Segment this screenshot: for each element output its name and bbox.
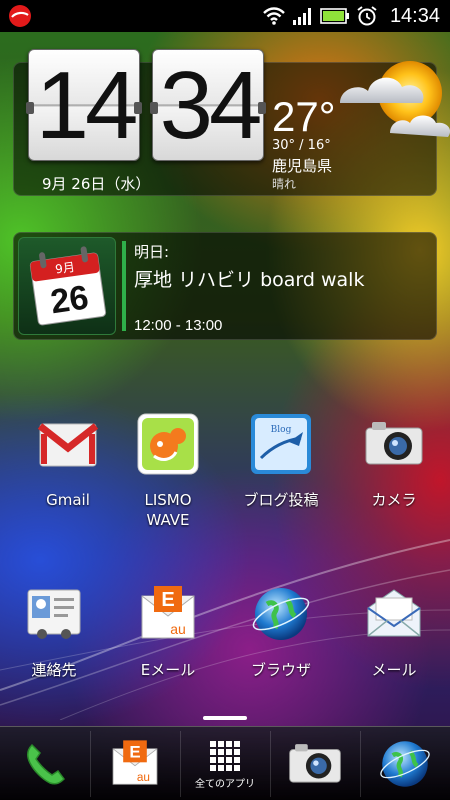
all-apps-icon bbox=[210, 740, 240, 771]
security-app-icon bbox=[9, 5, 31, 27]
weather-condition: 晴れ bbox=[272, 177, 297, 191]
app-label: Eメール bbox=[140, 661, 196, 679]
app-label: LISMO WAVE bbox=[144, 491, 192, 529]
weather-city: 鹿児島県 bbox=[272, 157, 333, 175]
minutes-flip-card: 34 bbox=[150, 49, 266, 161]
svg-text:au: au bbox=[170, 621, 186, 637]
contacts-icon bbox=[27, 589, 81, 639]
clock-date: 9月 26日（水） bbox=[42, 175, 151, 193]
event-color-bar bbox=[122, 241, 126, 331]
app-contacts[interactable]: 連絡先 bbox=[0, 582, 108, 680]
svg-text:E: E bbox=[161, 589, 174, 611]
calendar-icon-day: 26 bbox=[48, 278, 91, 321]
browser-icon bbox=[380, 741, 430, 787]
dock-phone[interactable] bbox=[0, 727, 90, 800]
high-low-temperature: 30° / 16° bbox=[272, 138, 331, 153]
app-lismo-wave[interactable]: LISMO WAVE bbox=[114, 412, 222, 530]
event-title: 厚地 リハビリ board walk bbox=[134, 269, 365, 291]
calendar-widget[interactable]: 9月 26 明日: 厚地 リハビリ board walk 12:00 - 13:… bbox=[13, 232, 437, 340]
app-email[interactable]: E au Eメール bbox=[114, 582, 222, 680]
alarm-icon bbox=[357, 6, 377, 26]
signal-icon bbox=[292, 8, 311, 25]
lismo-wave-icon bbox=[137, 413, 199, 475]
email-icon: E au bbox=[141, 586, 195, 639]
dock-camera[interactable] bbox=[270, 727, 360, 800]
status-time: 14:34 bbox=[389, 4, 440, 27]
calendar-icon-box: 9月 26 bbox=[18, 237, 116, 335]
app-label: ブラウザ bbox=[250, 661, 311, 679]
app-gmail[interactable]: Gmail bbox=[14, 412, 122, 510]
email-icon: E au bbox=[112, 740, 158, 785]
event-day: 明日: bbox=[134, 243, 170, 261]
calendar-icon-month: 9月 bbox=[54, 260, 75, 277]
app-label: ブログ投稿 bbox=[243, 491, 319, 509]
app-mail[interactable]: メール bbox=[340, 582, 448, 680]
dock: E au 全てのアプリ bbox=[0, 726, 450, 800]
svg-text:E: E bbox=[129, 742, 140, 761]
app-camera[interactable]: カメラ bbox=[340, 412, 448, 510]
clock-weather-widget[interactable]: 14 34 9月 26日（水） 27° 30° / 16° 鹿児島県 晴れ bbox=[13, 49, 450, 196]
dock-handle[interactable] bbox=[203, 716, 247, 720]
status-bar[interactable]: 14:34 bbox=[0, 0, 450, 32]
dock-browser[interactable] bbox=[360, 727, 450, 800]
dock-email[interactable]: E au bbox=[90, 727, 180, 800]
camera-icon bbox=[289, 744, 341, 783]
app-label: 連絡先 bbox=[31, 661, 77, 679]
app-label: Gmail bbox=[46, 491, 90, 509]
app-label: カメラ bbox=[371, 491, 417, 509]
svg-text:au: au bbox=[137, 770, 150, 784]
app-blog[interactable]: Blog ブログ投稿 bbox=[227, 412, 335, 510]
clock-hours: 14 bbox=[35, 52, 139, 159]
app-label: メール bbox=[371, 661, 417, 679]
blog-icon: Blog bbox=[251, 414, 311, 474]
browser-icon bbox=[252, 588, 310, 640]
calendar-icon: 9月 26 bbox=[29, 246, 107, 326]
app-browser[interactable]: ブラウザ bbox=[227, 582, 335, 680]
svg-text:Blog: Blog bbox=[271, 425, 292, 435]
event-time: 12:00 - 13:00 bbox=[134, 317, 223, 334]
battery-icon bbox=[320, 8, 349, 24]
phone-icon bbox=[27, 743, 65, 785]
all-apps-label: 全てのアプリ bbox=[195, 778, 255, 790]
camera-icon bbox=[365, 422, 423, 465]
dock-all-apps[interactable]: 全てのアプリ bbox=[180, 727, 270, 800]
mail-icon bbox=[367, 589, 421, 637]
sunny-cloudy-icon bbox=[340, 61, 450, 137]
gmail-icon bbox=[37, 423, 99, 467]
temperature: 27° bbox=[272, 93, 336, 140]
wifi-icon bbox=[263, 7, 285, 25]
clock-minutes: 34 bbox=[159, 52, 263, 159]
hours-flip-card: 14 bbox=[26, 49, 142, 161]
